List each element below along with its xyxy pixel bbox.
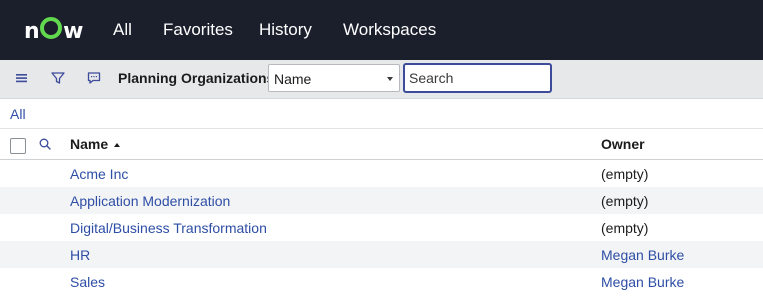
comment-icon[interactable]	[86, 70, 102, 86]
list-title: Planning Organizations	[118, 70, 275, 86]
nav-all[interactable]: All	[113, 18, 132, 42]
select-all-checkbox[interactable]	[10, 138, 26, 154]
table-body: Acme Inc (empty) Application Modernizati…	[0, 160, 763, 295]
row-owner: (empty)	[601, 166, 649, 182]
search-field-selected-value: Name	[274, 71, 312, 87]
servicenow-logo[interactable]: nw	[24, 16, 84, 44]
table-header: Name Owner	[0, 128, 763, 160]
row-owner: (empty)	[601, 193, 649, 209]
column-header-name-label: Name	[70, 136, 109, 152]
table-row: Digital/Business Transformation (empty)	[0, 214, 763, 241]
logo-o-ring	[40, 16, 63, 39]
nav-history[interactable]: History	[259, 18, 312, 42]
table-row: Sales Megan Burke	[0, 268, 763, 295]
row-name-link[interactable]: Acme Inc	[70, 166, 128, 182]
row-owner: (empty)	[601, 220, 649, 236]
column-header-owner[interactable]: Owner	[601, 136, 645, 152]
sort-ascending-icon	[114, 143, 121, 147]
row-name-link[interactable]: Application Modernization	[70, 193, 230, 209]
column-search-icon[interactable]	[38, 137, 52, 151]
row-name-link[interactable]: Digital/Business Transformation	[70, 220, 267, 236]
nav-favorites[interactable]: Favorites	[163, 18, 233, 42]
search-field-select[interactable]: Name	[268, 64, 400, 92]
table-row: HR Megan Burke	[0, 241, 763, 268]
table-row: Application Modernization (empty)	[0, 187, 763, 214]
row-owner-link[interactable]: Megan Burke	[601, 247, 684, 263]
list-toolbar: Planning Organizations Name	[0, 60, 763, 99]
filter-icon[interactable]	[50, 70, 66, 86]
breadcrumb-all[interactable]: All	[10, 106, 26, 122]
top-navigation-bar: nw All Favorites History Workspaces	[0, 0, 763, 60]
table-row: Acme Inc (empty)	[0, 160, 763, 187]
hamburger-menu-icon[interactable]	[14, 70, 30, 86]
row-owner-link[interactable]: Megan Burke	[601, 274, 684, 290]
search-input[interactable]	[403, 63, 552, 93]
column-header-name[interactable]: Name	[70, 136, 121, 152]
logo-wordmark: nw	[24, 16, 84, 44]
row-name-link[interactable]: Sales	[70, 274, 105, 290]
chevron-down-icon	[387, 77, 393, 81]
row-name-link[interactable]: HR	[70, 247, 90, 263]
nav-workspaces[interactable]: Workspaces	[343, 18, 436, 42]
